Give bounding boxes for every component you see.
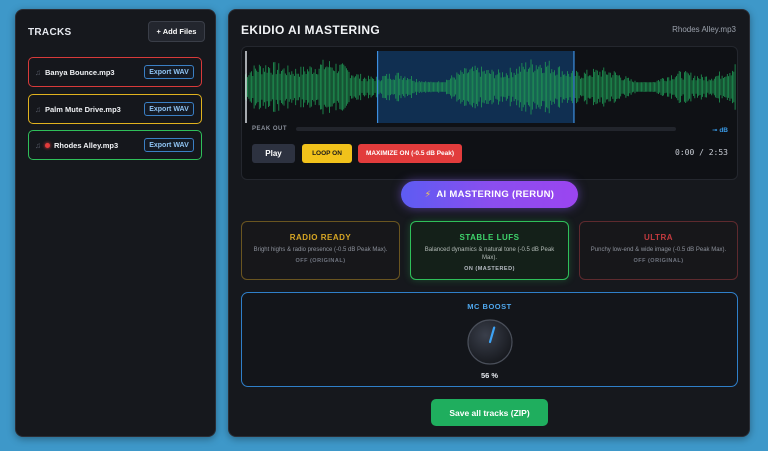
music-note-icon: ♫: [35, 104, 41, 114]
mc-boost-title: MC BOOST: [467, 302, 512, 311]
tracks-title: TRACKS: [28, 27, 72, 38]
export-wav-button[interactable]: Export WAV: [144, 102, 194, 116]
track-item-rhodes-alley[interactable]: ♫ Rhodes Alley.mp3 Export WAV: [28, 130, 202, 160]
preset-description: Punchy low-end & wide image (-0.5 dB Pea…: [590, 247, 727, 253]
ai-mastering-button[interactable]: ⚡ AI MASTERING (RERUN): [401, 181, 578, 208]
preset-status: ON (MASTERED): [464, 266, 515, 273]
preset-status: OFF (ORIGINAL): [633, 258, 684, 265]
tracks-panel: TRACKS + Add Files ♫ Banya Bounce.mp3 Ex…: [15, 9, 216, 437]
db-label: ⊸ dB: [712, 127, 728, 134]
loop-toggle-button[interactable]: LOOP ON: [302, 144, 352, 163]
export-wav-button[interactable]: Export WAV: [144, 65, 194, 79]
preset-description: Balanced dynamics & natural tone (-0.5 d…: [424, 247, 555, 262]
peak-out-label: PEAK OUT: [252, 126, 288, 132]
app-title: EKIDIO AI MASTERING: [241, 23, 381, 37]
mc-boost-knob[interactable]: [466, 318, 514, 366]
preset-title: ULTRA: [643, 233, 673, 242]
music-note-icon: ♫: [35, 67, 41, 77]
mc-boost-value: 56 %: [480, 371, 499, 380]
music-note-icon: ♫: [35, 140, 41, 150]
play-button[interactable]: Play: [252, 144, 295, 163]
save-all-tracks-button[interactable]: Save all tracks (ZIP): [431, 399, 548, 426]
loop-selection-region: [377, 51, 574, 123]
now-playing-indicator-icon: [45, 142, 50, 148]
time-display: 0:00 / 2:53: [675, 148, 728, 157]
mc-boost-panel: MC BOOST 56 %: [241, 292, 738, 387]
maximize-toggle-button[interactable]: MAXIMIZE ON (-0.5 dB Peak): [358, 144, 462, 163]
track-name: Rhodes Alley.mp3: [54, 140, 119, 150]
add-files-button[interactable]: + Add Files: [148, 21, 205, 42]
lightning-icon: ⚡: [424, 189, 432, 199]
preset-card-stable-lufs[interactable]: STABLE LUFS Balanced dynamics & natural …: [410, 221, 569, 280]
export-wav-button[interactable]: Export WAV: [144, 138, 194, 152]
preset-title: RADIO READY: [289, 233, 352, 242]
peak-meter: [296, 127, 676, 131]
preset-card-radio-ready[interactable]: RADIO READY Bright highs & radio presenc…: [241, 221, 400, 280]
waveform-display[interactable]: [245, 51, 736, 123]
preset-description: Bright highs & radio presence (-0.5 dB P…: [253, 247, 388, 253]
track-name: Palm Mute Drive.mp3: [45, 104, 121, 114]
track-item-banya-bounce[interactable]: ♫ Banya Bounce.mp3 Export WAV: [28, 57, 202, 87]
ai-mastering-label: AI MASTERING (RERUN): [436, 189, 555, 200]
preset-status: OFF (ORIGINAL): [295, 258, 346, 265]
track-item-palm-mute-drive[interactable]: ♫ Palm Mute Drive.mp3 Export WAV: [28, 94, 202, 124]
preset-card-ultra[interactable]: ULTRA Punchy low-end & wide image (-0.5 …: [579, 221, 738, 280]
preset-title: STABLE LUFS: [459, 233, 520, 242]
track-name: Banya Bounce.mp3: [45, 67, 115, 77]
current-file-name: Rhodes Alley.mp3: [672, 25, 736, 34]
mastering-panel: EKIDIO AI MASTERING Rhodes Alley.mp3 PEA…: [228, 9, 750, 437]
waveform-panel: PEAK OUT ⊸ dB Play LOOP ON MAXIMIZE ON (…: [241, 46, 738, 180]
